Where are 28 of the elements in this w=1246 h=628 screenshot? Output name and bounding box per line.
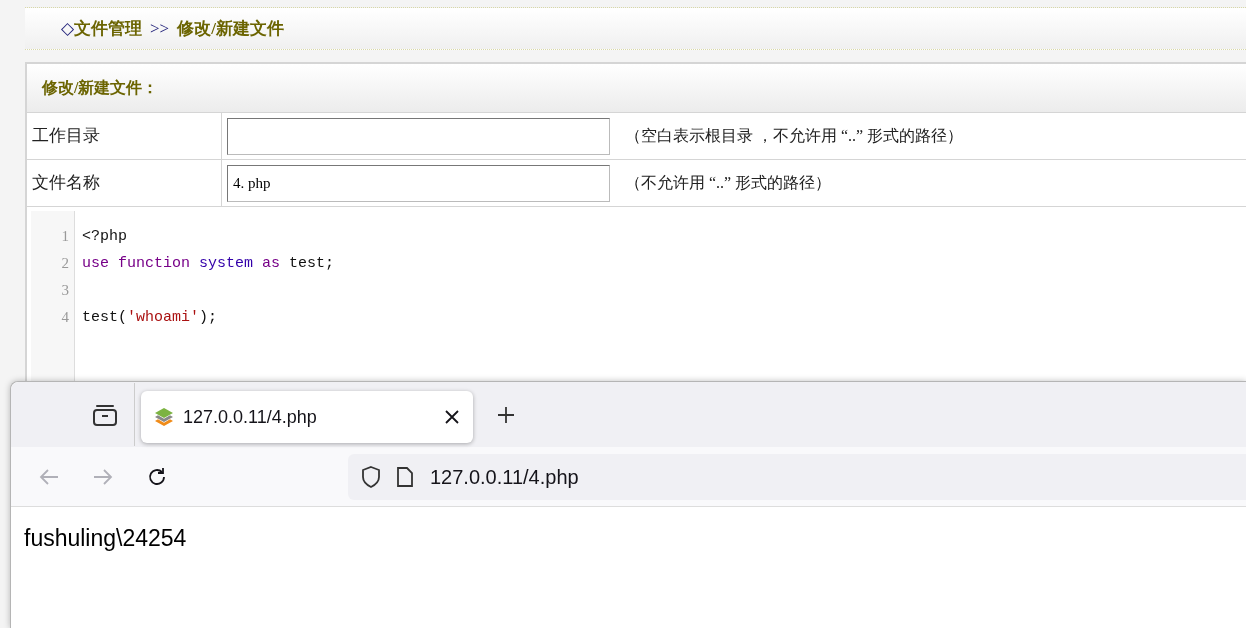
input-field[interactable]	[227, 117, 610, 155]
shield-icon[interactable]	[360, 464, 382, 489]
panel-title: 修改/新建文件：	[42, 78, 159, 98]
new-tab-icon[interactable]	[497, 405, 515, 424]
input-field[interactable]: 4. php	[227, 164, 610, 202]
line-number: 4	[61, 309, 69, 325]
field-label: 文件名称	[27, 160, 222, 206]
tab-list-icon[interactable]	[92, 402, 118, 427]
address-bar[interactable]: 127.0.0.11/4.php	[348, 453, 1246, 500]
field-label: 工作目录	[27, 113, 222, 159]
close-icon[interactable]	[445, 410, 459, 424]
code-line: use function system as test;	[82, 255, 335, 272]
code-line: test('whoami');	[82, 309, 218, 326]
line-number: 2	[61, 255, 69, 271]
breadcrumb-separator: >>	[150, 17, 170, 40]
breadcrumb-item[interactable]: 修改/新建文件	[177, 15, 284, 42]
code-line: <?php	[82, 228, 127, 245]
line-number: 3	[61, 282, 69, 298]
field-hint: （不允许用 “..” 形式的路径）	[625, 173, 832, 193]
page-output-text: fushuling\24254	[24, 525, 187, 551]
tab-title: 127.0.0.11/4.php	[183, 405, 318, 429]
diamond-icon: ◇	[61, 15, 74, 42]
site-icon	[153, 406, 175, 428]
field-hint: （空白表示根目录 ，不允许用 “..” 形式的路径）	[625, 126, 964, 146]
page-icon	[396, 465, 414, 488]
line-number: 1	[61, 228, 69, 244]
browser-tab[interactable]: 127.0.0.11/4.php	[141, 391, 473, 443]
breadcrumb-item[interactable]: 文件管理	[74, 15, 142, 42]
